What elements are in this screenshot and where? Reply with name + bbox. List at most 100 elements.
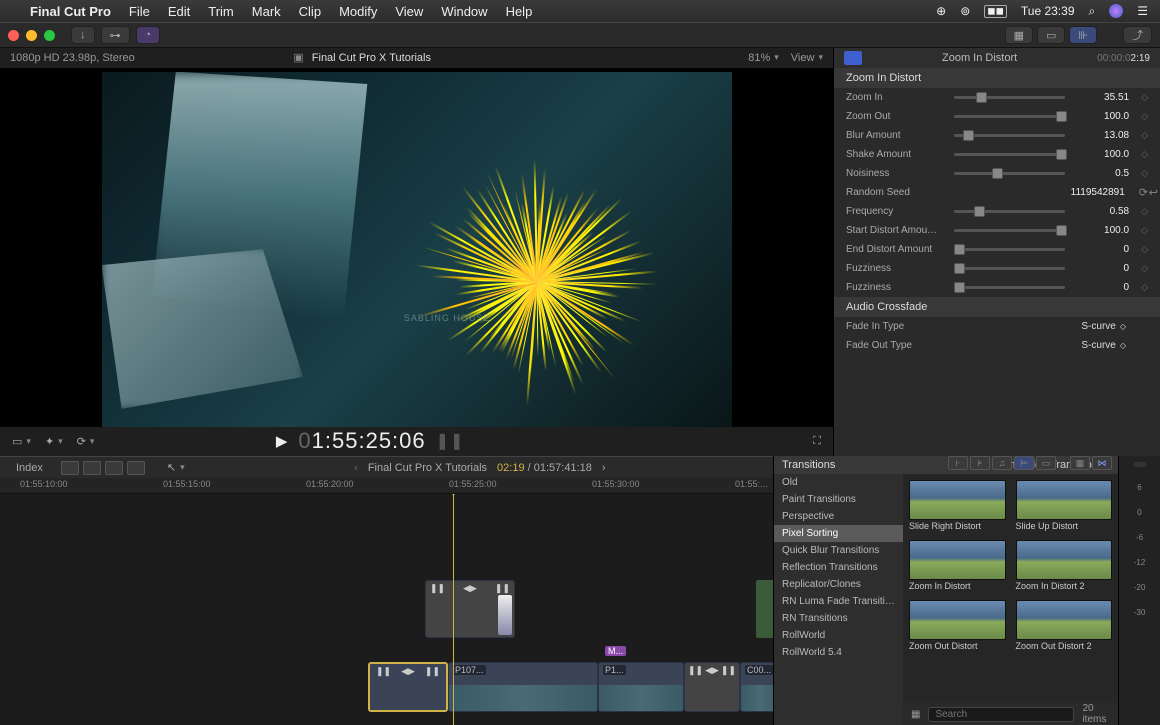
window-minimize-button[interactable] bbox=[26, 30, 37, 41]
share-button[interactable]: ⤴ bbox=[1123, 26, 1152, 44]
clip-audio-right[interactable] bbox=[756, 580, 773, 638]
app-name-menu[interactable]: Final Cut Pro bbox=[30, 4, 111, 19]
transitions-browser-button[interactable]: ⋈ bbox=[1092, 456, 1112, 470]
param-slider[interactable] bbox=[954, 267, 1065, 270]
category-item[interactable]: Reflection Transitions bbox=[774, 559, 903, 576]
marker-tag[interactable]: M... bbox=[605, 646, 626, 656]
transition-inspector-icon[interactable] bbox=[844, 51, 862, 65]
clip-transition-right[interactable]: ❚❚ ◀▶ ❚❚ bbox=[684, 662, 740, 712]
siri-icon[interactable] bbox=[1109, 4, 1123, 18]
inspector-toggle-button[interactable]: ⊪ bbox=[1069, 26, 1097, 44]
param-slider[interactable] bbox=[954, 115, 1065, 118]
keyframe-icon[interactable]: ◇ bbox=[1141, 225, 1148, 236]
param-value[interactable]: 0.58 bbox=[1079, 206, 1129, 217]
audio-skimming-button[interactable]: ⊧ bbox=[970, 456, 990, 470]
timeline-layout-button[interactable]: ▭ bbox=[1037, 26, 1065, 44]
menu-help[interactable]: Help bbox=[506, 4, 533, 19]
keyframe-icon[interactable]: ◇ bbox=[1141, 130, 1148, 141]
param-slider[interactable] bbox=[954, 210, 1065, 213]
menu-window[interactable]: Window bbox=[441, 4, 487, 19]
timeline-view-button[interactable]: ▭ bbox=[1036, 456, 1056, 470]
param-slider[interactable] bbox=[954, 248, 1065, 251]
keyframe-icon[interactable]: ◇ bbox=[1141, 92, 1148, 103]
keyframe-icon[interactable]: ◇ bbox=[1141, 168, 1148, 179]
param-value[interactable]: 0 bbox=[1079, 282, 1129, 293]
browser-layout-button[interactable]: ▦ bbox=[1005, 26, 1033, 44]
keyframe-icon[interactable]: ◇ bbox=[1141, 263, 1148, 274]
retime-popup[interactable]: ⟳ bbox=[77, 435, 95, 448]
clip-p1[interactable]: P1... bbox=[598, 662, 684, 712]
keyframe-icon[interactable]: ◇ bbox=[1141, 111, 1148, 122]
category-item[interactable]: RN Luma Fade Transitions bbox=[774, 593, 903, 610]
category-item[interactable]: Replicator/Clones bbox=[774, 576, 903, 593]
airdrop-icon[interactable]: ⊕ bbox=[936, 4, 946, 18]
menu-trim[interactable]: Trim bbox=[208, 4, 234, 19]
category-item[interactable]: Pixel Sorting bbox=[774, 525, 903, 542]
overlay-popup[interactable]: ▭ bbox=[12, 435, 31, 448]
import-button[interactable]: ↓ bbox=[71, 26, 95, 44]
play-button[interactable]: ▶ bbox=[276, 432, 289, 450]
timeline-nav-next[interactable]: › bbox=[602, 462, 606, 474]
keyframe-icon[interactable]: ◇ bbox=[1141, 244, 1148, 255]
param-slider[interactable] bbox=[954, 172, 1065, 175]
timeline-ruler[interactable]: 01:55:10:0001:55:15:0001:55:20:0001:55:2… bbox=[0, 478, 773, 494]
wifi-icon[interactable]: ⊚ bbox=[960, 4, 970, 18]
timeline-nav-prev[interactable]: ‹ bbox=[354, 462, 358, 474]
param-value[interactable]: 0.5 bbox=[1079, 168, 1129, 179]
clip-transition-selected[interactable]: ❚❚ ◀▶ ❚❚ bbox=[368, 662, 448, 712]
snapping-button[interactable]: ⊨ bbox=[1014, 456, 1034, 470]
menu-mark[interactable]: Mark bbox=[252, 4, 281, 19]
effects-browser-button[interactable]: ▦ bbox=[1070, 456, 1090, 470]
param-value[interactable]: 13.08 bbox=[1079, 130, 1129, 141]
window-close-button[interactable] bbox=[8, 30, 19, 41]
connect-clip-button[interactable] bbox=[61, 461, 79, 475]
param-value[interactable]: 0 bbox=[1079, 263, 1129, 274]
transition-thumb[interactable]: Zoom Out Distort 2 bbox=[1016, 600, 1113, 652]
keyframe-icon[interactable]: ◇ bbox=[1141, 282, 1148, 293]
effects-popup[interactable]: ✦ bbox=[45, 435, 63, 448]
param-slider[interactable] bbox=[954, 96, 1065, 99]
keyframe-icon[interactable]: ◇ bbox=[1141, 149, 1148, 160]
fade-out-dropdown[interactable]: S-curve ◇ bbox=[1081, 340, 1126, 351]
param-slider[interactable] bbox=[954, 153, 1065, 156]
fullscreen-button[interactable]: ⛶ bbox=[813, 435, 821, 448]
clip-c00[interactable]: C00... bbox=[740, 662, 773, 712]
param-value[interactable]: 0 bbox=[1079, 244, 1129, 255]
skimming-button[interactable]: ⊦ bbox=[948, 456, 968, 470]
search-input[interactable] bbox=[928, 707, 1074, 722]
index-button[interactable]: Index bbox=[8, 460, 51, 476]
keyframe-icon[interactable]: ◇ bbox=[1141, 206, 1148, 217]
regenerate-icon[interactable]: ⟳ bbox=[1139, 186, 1148, 199]
menu-modify[interactable]: Modify bbox=[339, 4, 377, 19]
overwrite-clip-button[interactable] bbox=[127, 461, 145, 475]
clock[interactable]: Tue 23:39 bbox=[1021, 4, 1075, 18]
category-item[interactable]: Old bbox=[774, 474, 903, 491]
category-item[interactable]: Quick Blur Transitions bbox=[774, 542, 903, 559]
solo-button[interactable]: ♫ bbox=[992, 456, 1012, 470]
category-item[interactable]: Perspective bbox=[774, 508, 903, 525]
spotlight-icon[interactable]: ⌕ bbox=[1089, 4, 1096, 19]
menu-file[interactable]: File bbox=[129, 4, 150, 19]
append-clip-button[interactable] bbox=[105, 461, 123, 475]
param-value[interactable]: 1119542891 bbox=[1071, 187, 1125, 198]
reset-icon[interactable]: ↩ bbox=[1149, 186, 1158, 199]
background-tasks-button[interactable]: ◔ bbox=[136, 26, 161, 44]
transition-thumb[interactable]: Zoom Out Distort bbox=[909, 600, 1006, 652]
transition-thumb[interactable]: Zoom In Distort bbox=[909, 540, 1006, 592]
param-slider[interactable] bbox=[954, 286, 1065, 289]
param-slider[interactable] bbox=[954, 229, 1065, 232]
menu-view[interactable]: View bbox=[395, 4, 423, 19]
category-item[interactable]: Paint Transitions bbox=[774, 491, 903, 508]
param-value[interactable]: 35.51 bbox=[1079, 92, 1129, 103]
timeline-body[interactable]: ❚❚ ◀▶ ❚❚ M... ❚❚ ◀▶ ❚❚ P107... P1... ❚❚ bbox=[0, 494, 773, 725]
category-item[interactable]: RollWorld bbox=[774, 627, 903, 644]
view-popup[interactable]: View bbox=[791, 52, 823, 64]
param-slider[interactable] bbox=[954, 134, 1065, 137]
param-value[interactable]: 100.0 bbox=[1079, 111, 1129, 122]
menu-clip[interactable]: Clip bbox=[299, 4, 321, 19]
category-item[interactable]: RN Transitions bbox=[774, 610, 903, 627]
transition-thumb[interactable]: Slide Right Distort bbox=[909, 480, 1006, 532]
zoom-popup[interactable]: 81% bbox=[748, 52, 779, 64]
select-tool[interactable]: ↖ bbox=[167, 461, 185, 474]
category-item[interactable]: RollWorld 5.4 bbox=[774, 644, 903, 661]
